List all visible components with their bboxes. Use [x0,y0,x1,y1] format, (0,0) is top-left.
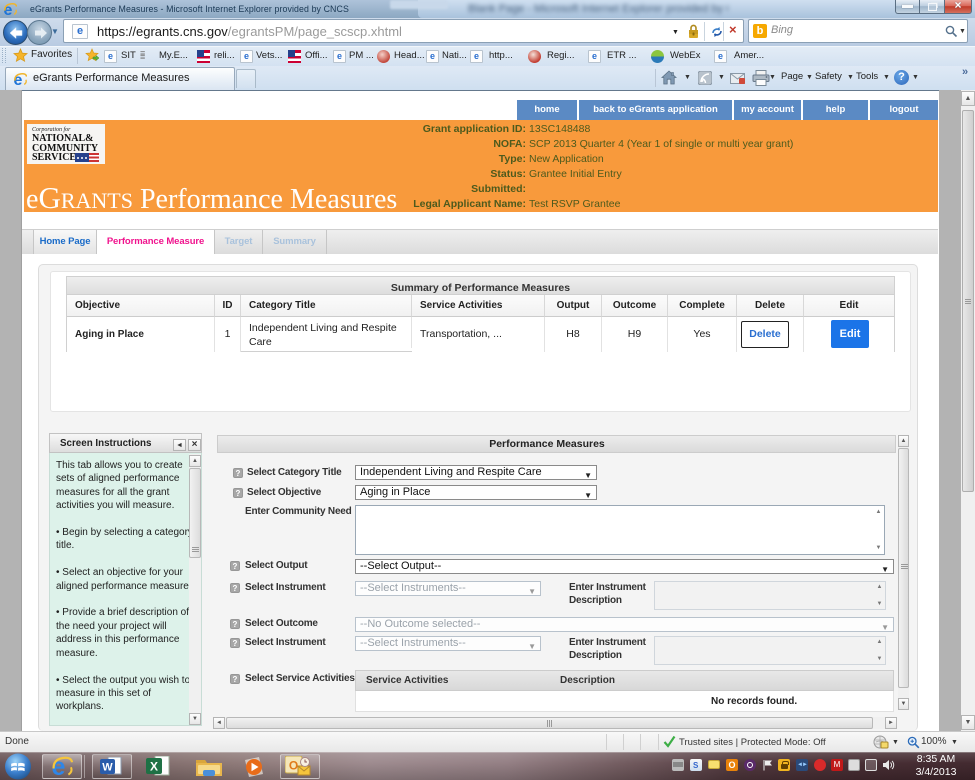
svg-text:W: W [102,762,113,774]
svg-text:X: X [150,760,158,774]
svg-text:O: O [289,759,298,773]
